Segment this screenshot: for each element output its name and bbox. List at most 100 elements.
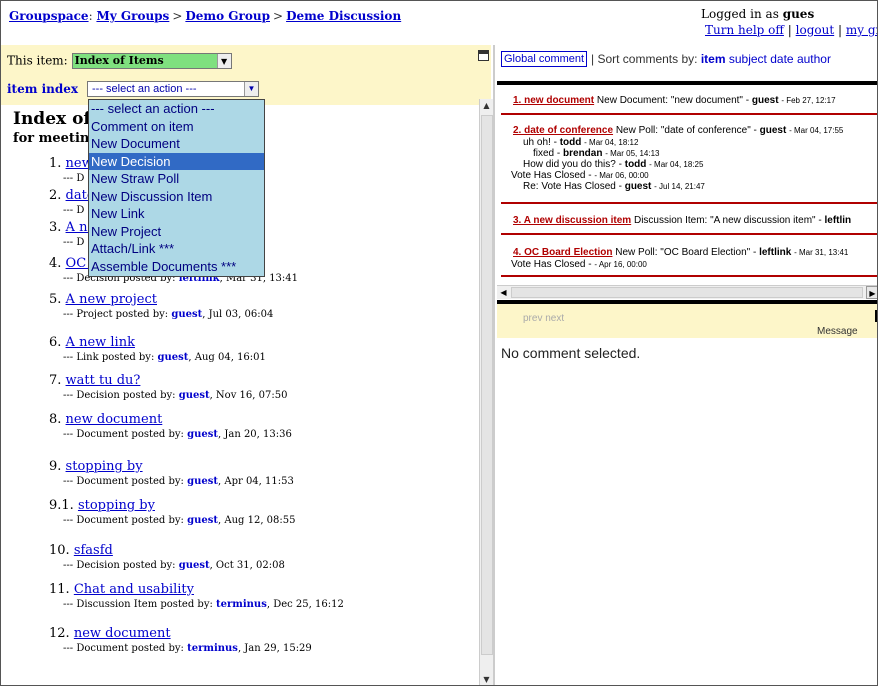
entry-author[interactable]: guest	[158, 352, 189, 363]
entry-meta: --- Discussion Item posted by: terminus,…	[63, 599, 344, 610]
scrollbar-thumb[interactable]	[511, 287, 863, 298]
dropdown-option[interactable]: New Decision	[89, 152, 264, 170]
entry-author[interactable]: guest	[187, 515, 218, 526]
comment-date: - Mar 04, 17:55	[789, 126, 844, 135]
dropdown-option[interactable]: Comment on item	[89, 118, 264, 136]
scroll-left-arrow-icon[interactable]: ◀	[497, 286, 510, 299]
dropdown-option[interactable]: Attach/Link ***	[89, 240, 264, 258]
entry-author[interactable]: terminus	[187, 643, 238, 654]
sort-option-date[interactable]: date	[770, 52, 793, 66]
sort-option-author[interactable]: author	[797, 52, 831, 66]
entry-author[interactable]: guest	[187, 429, 218, 440]
reply-item[interactable]: Vote Has Closed - - Apr 16, 00:00	[511, 259, 647, 270]
entry-author[interactable]: guest	[171, 309, 202, 320]
reply-item[interactable]: How did you do this? - todd - Mar 04, 18…	[523, 159, 703, 170]
breadcrumb-groupspace[interactable]: Groupspace	[9, 9, 89, 23]
login-user: gues	[782, 7, 815, 21]
breadcrumb: Groupspace: My Groups > Demo Group > Deme Di…	[9, 9, 401, 23]
entry-date: , Aug 12, 08:55	[218, 515, 296, 526]
comment-desc: New Poll: "date of conference" -	[615, 125, 757, 136]
entry-title-link[interactable]: A new project	[66, 292, 157, 307]
scroll-down-arrow-icon[interactable]: ▼	[480, 673, 493, 685]
divider	[501, 113, 877, 115]
entry-meta-prefix: --- Project posted by:	[63, 309, 169, 320]
scrollbar-thumb[interactable]	[481, 115, 493, 655]
entry-title-link[interactable]: new document	[66, 412, 163, 427]
reply-item[interactable]: fixed - brendan - Mar 05, 14:13	[533, 148, 660, 159]
breadcrumb-separator: :	[88, 9, 93, 23]
index-entry: 8. new document --- Document posted by: g…	[49, 412, 292, 440]
scroll-up-arrow-icon[interactable]: ▲	[480, 99, 493, 113]
reply-text: uh oh! -	[523, 137, 557, 148]
collapse-panel-icon[interactable]	[478, 50, 489, 61]
action-select-value: --- select an action ---	[92, 83, 197, 95]
prev-next-links[interactable]: prev next	[523, 313, 564, 324]
comment-hscrollbar[interactable]: ◀ ▶	[497, 285, 877, 299]
scroll-right-arrow-icon[interactable]: ▶	[866, 286, 877, 299]
entry-author[interactable]: guest	[179, 560, 210, 571]
comment-item[interactable]: 2. date of conference New Poll: "date of…	[513, 125, 843, 136]
panel-divider[interactable]	[493, 45, 495, 685]
reply-text: Vote Has Closed -	[511, 170, 595, 181]
global-comment-button[interactable]: Global comment	[501, 51, 588, 67]
breadcrumb-my-groups[interactable]: My Groups	[96, 9, 169, 23]
dropdown-option[interactable]: --- select an action ---	[89, 100, 264, 118]
dropdown-option[interactable]: New Discussion Item	[89, 188, 264, 206]
this-item-value: Index of Items	[74, 54, 164, 67]
entry-meta-prefix: --- D	[63, 205, 85, 216]
comment-title[interactable]: 1. new document	[513, 95, 594, 106]
entry-title-link[interactable]: stopping by	[66, 459, 143, 474]
reply-item[interactable]: Re: Vote Has Closed - guest - Jul 14, 21…	[523, 181, 705, 192]
action-select[interactable]: --- select an action --- ▼	[87, 81, 259, 97]
dropdown-option[interactable]: New Link	[89, 205, 264, 223]
reply-date: - Mar 05, 14:13	[605, 149, 660, 158]
entry-title-link[interactable]: sfasfd	[74, 543, 113, 558]
entry-author[interactable]: guest	[187, 476, 218, 487]
entry-author[interactable]: terminus	[216, 599, 267, 610]
logout-link[interactable]: logout	[796, 23, 835, 37]
reply-author: todd	[624, 159, 647, 170]
comment-item[interactable]: 3. A new discussion item Discussion Item…	[513, 215, 851, 226]
turn-help-off-link[interactable]: Turn help off	[705, 23, 784, 37]
entry-title-link[interactable]: Chat and usability	[74, 582, 194, 597]
left-scrollbar[interactable]: ▲ ▼	[479, 99, 493, 685]
my-group-link[interactable]: my group	[846, 23, 877, 37]
comment-desc: Discussion Item: "A new discussion item"…	[633, 215, 822, 226]
entry-title-link[interactable]: new document	[74, 626, 171, 641]
entry-meta-prefix: --- Document posted by:	[63, 515, 184, 526]
index-entry: 9.1. stopping by --- Document posted by: …	[49, 498, 296, 526]
comment-title[interactable]: 4. OC Board Election	[513, 247, 612, 258]
message-label: Message	[817, 326, 858, 337]
comment-item[interactable]: 1. new document New Document: "new docum…	[513, 95, 836, 106]
this-item-select[interactable]: Index of Items ▼	[71, 53, 232, 69]
chevron-down-icon[interactable]: ▼	[216, 54, 231, 68]
dropdown-option[interactable]: Assemble Documents ***	[89, 258, 264, 276]
item-index-row: item index --- select an action --- ▼	[7, 81, 259, 97]
breadcrumb-demo-group[interactable]: Demo Group	[185, 9, 270, 23]
sort-option-item[interactable]: item	[701, 52, 726, 66]
dropdown-option[interactable]: New Document	[89, 135, 264, 153]
sort-option-subject[interactable]: subject	[729, 52, 767, 66]
entry-meta-prefix: --- Document posted by:	[63, 476, 184, 487]
entry-title-link[interactable]: stopping by	[78, 498, 155, 513]
dropdown-option[interactable]: New Straw Poll	[89, 170, 264, 188]
entry-meta: --- Document posted by: guest, Jan 20, 1…	[63, 429, 292, 440]
entry-title-link[interactable]: A new link	[66, 335, 135, 350]
reply-item[interactable]: Vote Has Closed - - Mar 06, 00:00	[511, 170, 649, 181]
dropdown-option[interactable]: New Project	[89, 223, 264, 241]
entry-number: 6.	[49, 335, 62, 350]
entry-meta: --- Project posted by: guest, Jul 03, 06…	[63, 309, 273, 320]
comment-title[interactable]: 3. A new discussion item	[513, 215, 631, 226]
entry-meta: --- Link posted by: guest, Aug 04, 16:01	[63, 352, 266, 363]
entry-title-link[interactable]: watt tu du?	[66, 373, 141, 388]
breadcrumb-discussion[interactable]: Deme Discussion	[286, 9, 401, 23]
comment-item[interactable]: 4. OC Board Election New Poll: "OC Board…	[513, 247, 848, 258]
comment-title[interactable]: 2. date of conference	[513, 125, 613, 136]
reply-item[interactable]: uh oh! - todd - Mar 04, 18:12	[523, 137, 638, 148]
entry-author[interactable]: guest	[179, 390, 210, 401]
chevron-down-icon[interactable]: ▼	[244, 82, 258, 96]
comment-date: - Mar 31, 13:41	[794, 248, 849, 257]
entry-meta-prefix: --- D	[63, 237, 85, 248]
index-entry: 9. stopping by --- Document posted by: gu…	[49, 459, 294, 487]
breadcrumb-separator: >	[172, 9, 183, 23]
